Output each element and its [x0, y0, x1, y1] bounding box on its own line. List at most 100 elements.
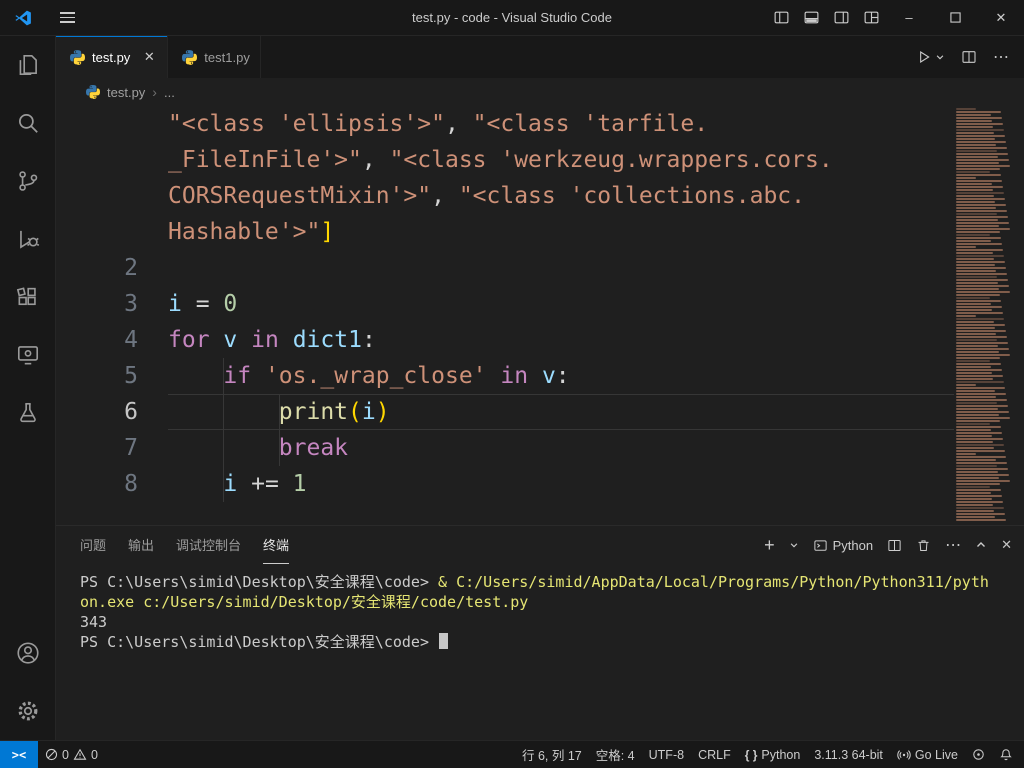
- new-terminal-icon[interactable]: +: [764, 536, 775, 554]
- panel-tab-debug-console[interactable]: 调试控制台: [176, 526, 241, 564]
- title-bar-controls: – ✕: [766, 0, 1024, 35]
- toggle-panel-icon[interactable]: [796, 0, 826, 35]
- panel-tab-output[interactable]: 输出: [128, 526, 154, 564]
- line-text: break: [168, 430, 954, 466]
- run-debug-icon[interactable]: [0, 210, 56, 268]
- code-editor[interactable]: "<class 'ellipsis'>", "<class 'tarfile._…: [56, 106, 1024, 525]
- problems-status[interactable]: 0 0: [38, 741, 105, 768]
- go-live[interactable]: Go Live: [890, 741, 965, 768]
- terminal-instance-badge[interactable]: Python: [813, 538, 873, 553]
- menu-hamburger-icon[interactable]: [60, 12, 75, 23]
- code-line[interactable]: 6 print(i): [56, 394, 954, 430]
- code-area[interactable]: "<class 'ellipsis'>", "<class 'tarfile._…: [56, 106, 954, 525]
- toggle-secondary-sidebar-icon[interactable]: [826, 0, 856, 35]
- eol-sequence[interactable]: CRLF: [691, 741, 738, 768]
- python-file-icon: [70, 50, 85, 65]
- title-bar: test.py - code - Visual Studio Code – ✕: [0, 0, 1024, 36]
- line-text: print(i): [168, 394, 954, 430]
- error-icon: [45, 748, 58, 761]
- breadcrumb-chevron-icon: ›: [152, 84, 157, 100]
- code-line[interactable]: _FileInFile'>", "<class 'werkzeug.wrappe…: [56, 142, 954, 178]
- main-area: test.py ✕ test1.py ⋯: [0, 36, 1024, 740]
- more-actions-icon[interactable]: ⋯: [993, 47, 1010, 67]
- search-icon[interactable]: [0, 94, 56, 152]
- line-number[interactable]: 2: [56, 250, 138, 286]
- terminal-line: PS C:\Users\simid\Desktop\安全课程\code> & C…: [80, 572, 1024, 592]
- split-editor-icon[interactable]: [961, 49, 977, 65]
- tab-test-py[interactable]: test.py ✕: [56, 36, 168, 78]
- testing-icon[interactable]: [0, 384, 56, 442]
- terminal-output[interactable]: PS C:\Users\simid\Desktop\安全课程\code> & C…: [56, 564, 1024, 740]
- run-dropdown-chevron-icon[interactable]: [935, 52, 945, 62]
- code-line[interactable]: 8 i += 1: [56, 466, 954, 502]
- extensions-icon[interactable]: [0, 268, 56, 326]
- minimize-button[interactable]: –: [886, 0, 932, 35]
- line-number[interactable]: [56, 214, 138, 250]
- remote-indicator[interactable]: ><: [0, 741, 38, 768]
- line-number[interactable]: [56, 106, 138, 142]
- panel-tab-problems[interactable]: 问题: [80, 526, 106, 564]
- source-control-icon[interactable]: [0, 152, 56, 210]
- maximize-panel-chevron-icon[interactable]: [975, 539, 987, 551]
- line-number[interactable]: 6: [56, 394, 138, 430]
- line-number[interactable]: 7: [56, 430, 138, 466]
- line-number[interactable]: [56, 142, 138, 178]
- line-text: i += 1: [168, 466, 954, 502]
- maximize-button[interactable]: [932, 0, 978, 35]
- encoding[interactable]: UTF-8: [642, 741, 691, 768]
- code-line[interactable]: 2: [56, 250, 954, 286]
- title-bar-left: [0, 9, 75, 27]
- tab-bar: test.py ✕ test1.py ⋯: [56, 36, 1024, 78]
- code-line[interactable]: CORSRequestMixin'>", "<class 'collection…: [56, 178, 954, 214]
- activity-bar: [0, 36, 56, 740]
- line-text: i = 0: [168, 286, 954, 322]
- close-tab-icon[interactable]: ✕: [141, 49, 157, 65]
- panel-tabs: 问题输出调试控制台终端: [80, 526, 289, 564]
- python-file-icon: [182, 50, 197, 65]
- close-window-button[interactable]: ✕: [978, 0, 1024, 35]
- broadcast-icon: [897, 748, 911, 762]
- code-line[interactable]: 4for v in dict1:: [56, 322, 954, 358]
- line-number[interactable]: 8: [56, 466, 138, 502]
- breadcrumb-more[interactable]: ...: [164, 85, 175, 100]
- go-live-label: Go Live: [915, 748, 958, 762]
- code-line[interactable]: 7 break: [56, 430, 954, 466]
- panel-more-actions-icon[interactable]: ⋯: [945, 535, 961, 555]
- tab-test1-py[interactable]: test1.py: [168, 36, 261, 78]
- remote-explorer-icon[interactable]: [0, 326, 56, 384]
- line-number[interactable]: 5: [56, 358, 138, 394]
- kill-terminal-trash-icon[interactable]: [916, 538, 931, 553]
- line-number[interactable]: [56, 178, 138, 214]
- status-bar-right: 行 6, 列 17 空格: 4 UTF-8 CRLF { } Python 3.…: [515, 741, 1024, 768]
- close-panel-icon[interactable]: ✕: [1001, 537, 1012, 553]
- code-line[interactable]: Hashable'>"]: [56, 214, 954, 250]
- notifications[interactable]: [992, 741, 1020, 768]
- breadcrumb-file[interactable]: test.py: [107, 85, 145, 100]
- status-bar: >< 0 0 行 6, 列 17 空格: 4 UTF-8 CRLF { } Py…: [0, 740, 1024, 768]
- python-interpreter[interactable]: 3.11.3 64-bit: [807, 741, 890, 768]
- customize-layout-icon[interactable]: [856, 0, 886, 35]
- terminal-profile-chevron-icon[interactable]: [789, 540, 799, 550]
- code-line[interactable]: 5 if 'os._wrap_close' in v:: [56, 358, 954, 394]
- language-mode[interactable]: { } Python: [738, 741, 808, 768]
- code-line[interactable]: "<class 'ellipsis'>", "<class 'tarfile.: [56, 106, 954, 142]
- toggle-sidebar-icon[interactable]: [766, 0, 796, 35]
- account-icon[interactable]: [0, 624, 56, 682]
- vscode-window: test.py - code - Visual Studio Code – ✕: [0, 0, 1024, 768]
- status-extra[interactable]: [965, 741, 992, 768]
- explorer-icon[interactable]: [0, 36, 56, 94]
- line-number[interactable]: 3: [56, 286, 138, 322]
- vertical-scrollbar[interactable]: [1012, 106, 1024, 525]
- tab-label: test1.py: [204, 50, 250, 65]
- indentation[interactable]: 空格: 4: [589, 741, 642, 768]
- terminal-line: on.exe c:/Users/simid/Desktop/安全课程/code/…: [80, 592, 1024, 612]
- panel-tab-terminal[interactable]: 终端: [263, 526, 289, 564]
- minimap[interactable]: [954, 106, 1012, 525]
- code-line[interactable]: 3 i = 0: [56, 286, 954, 322]
- settings-gear-icon[interactable]: [0, 682, 56, 740]
- line-text: if 'os._wrap_close' in v:: [168, 358, 954, 394]
- split-terminal-icon[interactable]: [887, 538, 902, 553]
- line-number[interactable]: 4: [56, 322, 138, 358]
- run-python-file-button[interactable]: [916, 49, 945, 65]
- cursor-position[interactable]: 行 6, 列 17: [515, 741, 589, 768]
